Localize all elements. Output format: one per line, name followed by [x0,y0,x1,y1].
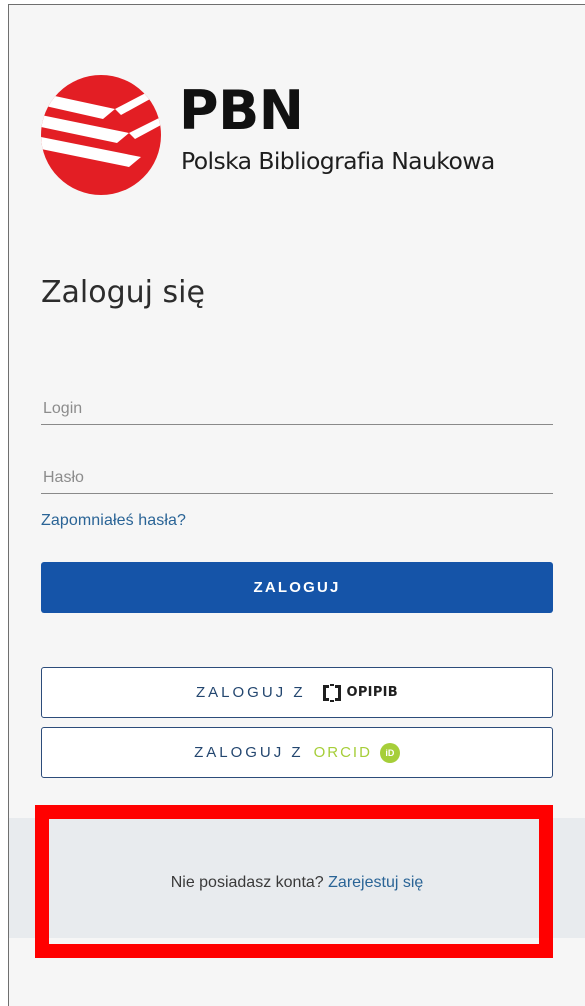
forgot-password-link[interactable]: Zapomniałeś hasła? [41,509,186,533]
login-with-orcid-button[interactable]: ZALOGUJ Z ORCID iD [41,727,553,778]
login-with-orcid-label: ZALOGUJ Z [194,744,304,761]
login-input[interactable] [41,393,553,425]
orcid-id-icon: iD [379,742,400,763]
register-prompt: Nie posiadasz konta? Zarejestuj się [9,871,585,895]
login-panel: PBN Polska Bibliografia Naukowa Zaloguj … [8,4,585,1006]
opi-bracket-icon [322,683,341,702]
orcid-wordmark: ORCID [313,744,372,761]
pbn-logo-icon [41,75,161,195]
brand-subtitle: Polska Bibliografia Naukowa [181,147,495,175]
login-with-opi-button[interactable]: ZALOGUJ Z OPIPIB [41,667,553,718]
opi-logo-text: OPIPIB [346,685,398,700]
page-title: Zaloguj się [41,275,205,310]
opi-pib-logo: OPIPIB [320,683,399,703]
register-link[interactable]: Zarejestuj się [328,874,423,891]
login-button[interactable]: ZALOGUJ [41,562,553,613]
login-with-opi-label: ZALOGUJ Z [195,684,306,701]
register-question: Nie posiadasz konta? [170,874,324,891]
brand-title: PBN [179,79,304,142]
password-input[interactable] [41,462,553,494]
